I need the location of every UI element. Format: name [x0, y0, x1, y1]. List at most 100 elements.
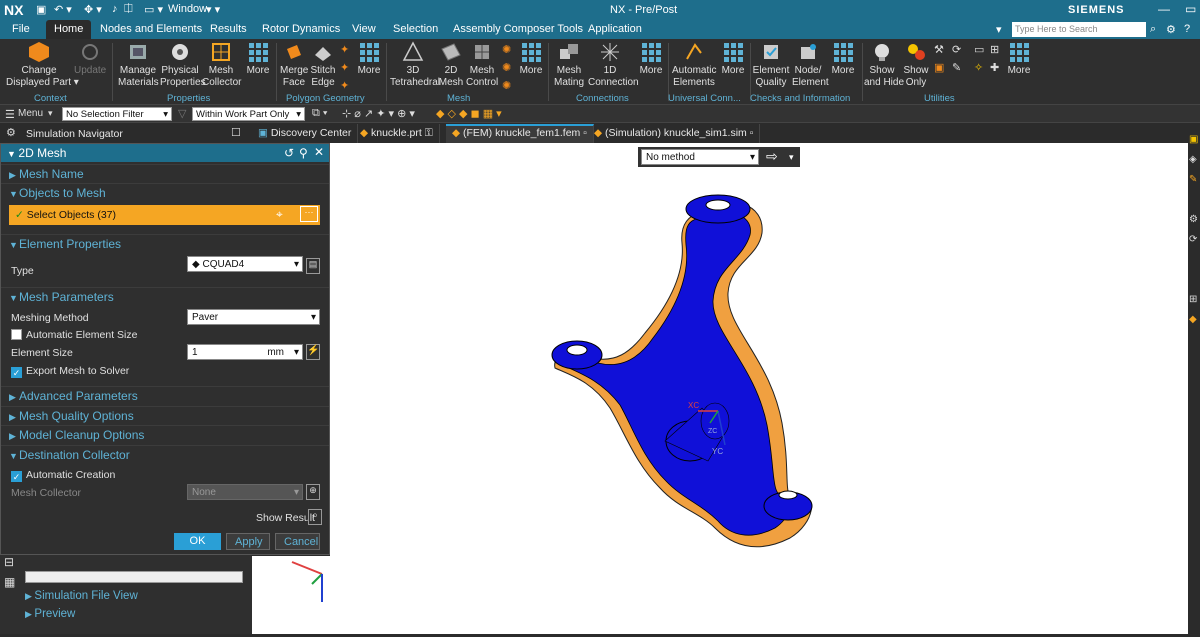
element-type-dropdown[interactable]: ◆ CQUAD4 ▾: [187, 256, 303, 272]
tab-view[interactable]: View: [352, 23, 376, 35]
cancel-button[interactable]: Cancel: [275, 533, 320, 550]
util-tool7-icon[interactable]: ⊞: [990, 43, 999, 56]
menu-dropdown-icon[interactable]: ▾: [996, 23, 1002, 36]
util-tool4-icon[interactable]: ✎: [952, 61, 961, 74]
section-mesh-parameters[interactable]: ▼Mesh Parameters: [1, 287, 329, 305]
tab-rotor-dynamics[interactable]: Rotor Dynamics: [262, 23, 340, 35]
section-destination-collector[interactable]: ▼Destination Collector: [1, 445, 329, 463]
select-tool-icon[interactable]: ⊹ ⌀ ↗ ✦ ▾ ⊕ ▾: [342, 107, 415, 120]
scroll-bar[interactable]: [25, 571, 243, 583]
table-icon[interactable]: ▤: [306, 258, 320, 274]
simulation-file-view-section[interactable]: ▶ Simulation File View: [25, 590, 138, 602]
mesh-collector-button[interactable]: Mesh Collector: [202, 41, 241, 89]
close-tab-icon[interactable]: ▫: [580, 127, 587, 139]
tab-knuckle-prt[interactable]: ◆ knuckle.prt ⚿: [354, 124, 440, 143]
util-tool5-icon[interactable]: ▭: [974, 43, 984, 56]
menu-button[interactable]: Menu: [18, 108, 43, 119]
update-button[interactable]: Update: [74, 41, 106, 77]
reset-icon[interactable]: ↺: [284, 146, 294, 160]
new-collector-icon[interactable]: ⊕: [306, 484, 320, 500]
tab-results[interactable]: Results: [210, 23, 247, 35]
auto-element-size-checkbox[interactable]: Automatic Element Size: [11, 329, 137, 341]
more-properties-button[interactable]: More: [244, 41, 272, 77]
resource-icon-6[interactable]: ⊞: [1189, 294, 1197, 305]
manage-materials-button[interactable]: Manage Materials: [118, 41, 159, 89]
resource-icon-7[interactable]: ◆: [1189, 314, 1197, 325]
element-size-input[interactable]: 1 mm ▾: [187, 344, 303, 360]
more-utilities-button[interactable]: More: [1006, 41, 1032, 77]
filter-icon[interactable]: ▽: [178, 107, 186, 120]
gear-icon[interactable]: ⚙: [6, 126, 16, 139]
search-input[interactable]: Type Here to Search: [1012, 22, 1146, 37]
polygon-tool2-icon[interactable]: ✦: [340, 61, 349, 74]
save-icon[interactable]: ▣: [36, 3, 46, 16]
tab-discovery-center[interactable]: ▣ Discovery Center: [252, 124, 359, 143]
ok-button[interactable]: OK: [174, 533, 221, 550]
tab-application[interactable]: Application: [588, 23, 642, 35]
selection-filter-dropdown[interactable]: No Selection Filter ▾: [62, 107, 172, 121]
automatic-creation-checkbox[interactable]: ✓ Automatic Creation: [11, 469, 115, 482]
more-mesh-button[interactable]: More: [518, 41, 544, 77]
mesh-collector-dropdown[interactable]: None ▾: [187, 484, 303, 500]
polygon-tool-icon[interactable]: ✦: [340, 43, 349, 56]
meshing-method-dropdown[interactable]: Paver ▾: [187, 309, 320, 325]
tab-assembly-composer[interactable]: Assembly Composer Tools: [453, 23, 583, 35]
navigator-icon-2[interactable]: ▦: [4, 575, 15, 589]
more-checks-button[interactable]: More: [830, 41, 856, 77]
tab-nodes-elements[interactable]: Nodes and Elements: [100, 23, 202, 35]
resource-icon-2[interactable]: ◈: [1189, 154, 1197, 165]
section-advanced-parameters[interactable]: ▶ Advanced Parameters: [1, 386, 329, 404]
crosshair-icon[interactable]: ⌖: [276, 207, 283, 222]
section-objects-to-mesh[interactable]: ▼Objects to Mesh: [1, 183, 329, 201]
section-element-properties[interactable]: ▼Element Properties: [1, 234, 329, 252]
tab-home[interactable]: Home: [46, 20, 92, 39]
tab-selection[interactable]: Selection: [393, 23, 438, 35]
touch-icon[interactable]: ⎅: [124, 3, 133, 16]
section-model-cleanup[interactable]: ▶ Model Cleanup Options: [1, 425, 329, 443]
section-mesh-quality[interactable]: ▶ Mesh Quality Options: [1, 406, 329, 424]
lightning-icon[interactable]: ⚡: [306, 344, 320, 360]
maximize-icon[interactable]: ☐: [231, 126, 241, 139]
element-quality-button[interactable]: Element Quality: [752, 41, 790, 89]
util-tool3-icon[interactable]: ⟳: [952, 43, 961, 56]
mesh-control-button[interactable]: Mesh Control: [466, 41, 498, 89]
window-menu[interactable]: Window: [168, 3, 207, 15]
node-element-button[interactable]: Node/ Element: [792, 41, 829, 89]
collapse-icon[interactable]: ▼: [7, 149, 18, 159]
window-icon[interactable]: ▭ ▾: [144, 3, 163, 16]
more-options-icon[interactable]: ···: [300, 206, 318, 222]
preview-section[interactable]: ▶ Preview: [25, 608, 75, 620]
tab-fem[interactable]: ◆ (FEM) knuckle_fem1.fem ▫: [446, 124, 594, 143]
knuckle-model[interactable]: [330, 143, 1188, 634]
show-result-icon[interactable]: ⌕: [308, 509, 322, 525]
merge-face-button[interactable]: Merge Face: [280, 41, 308, 89]
window-chevron-icon[interactable]: ▾ ▾: [206, 3, 220, 16]
util-tool6-icon[interactable]: ✧: [974, 61, 983, 74]
graphics-viewport[interactable]: No method ▾ ⇨ ▾ XC YC ZC: [330, 143, 1188, 634]
minimize-icon[interactable]: —: [1158, 2, 1170, 16]
help-icon[interactable]: ?: [1184, 23, 1190, 35]
resource-icon-5[interactable]: ⟳: [1189, 234, 1197, 245]
close-icon[interactable]: ✕: [314, 145, 324, 159]
util-tool-icon[interactable]: ⚒: [934, 43, 944, 56]
view-tool-icon[interactable]: ◆ ◇ ◆ ◼ ▦ ▾: [436, 107, 502, 120]
undo-icon[interactable]: ↶ ▾: [54, 3, 72, 16]
close-tab-icon[interactable]: ▫: [747, 127, 754, 139]
more-geometry-button[interactable]: More: [356, 41, 382, 77]
connection-1d-button[interactable]: 1D Connection: [588, 41, 639, 89]
mic-icon[interactable]: ♪: [112, 3, 118, 15]
util-tool2-icon[interactable]: ▣: [934, 61, 944, 74]
tetrahedral-button[interactable]: 3D Tetrahedral: [390, 41, 440, 89]
export-mesh-checkbox[interactable]: ✓ Export Mesh to Solver: [11, 365, 129, 378]
tab-simulation[interactable]: ◆ (Simulation) knuckle_sim1.sim ▫: [588, 124, 761, 143]
mesh-2d-button[interactable]: 2D Mesh: [438, 41, 464, 89]
mesh-mating-button[interactable]: Mesh Mating: [552, 41, 586, 89]
section-mesh-name[interactable]: ▶ Mesh Name: [1, 164, 329, 182]
physical-properties-button[interactable]: Physical Properties: [160, 41, 206, 89]
tab-file[interactable]: File: [12, 23, 30, 35]
quick-tools-icon[interactable]: ✥ ▾: [84, 3, 102, 16]
mesh-tool3-icon[interactable]: ✺: [502, 79, 511, 92]
polygon-tool3-icon[interactable]: ✦: [340, 79, 349, 92]
mesh-tool2-icon[interactable]: ✺: [502, 61, 511, 74]
selection-scope-dropdown[interactable]: Within Work Part Only ▾: [192, 107, 305, 121]
